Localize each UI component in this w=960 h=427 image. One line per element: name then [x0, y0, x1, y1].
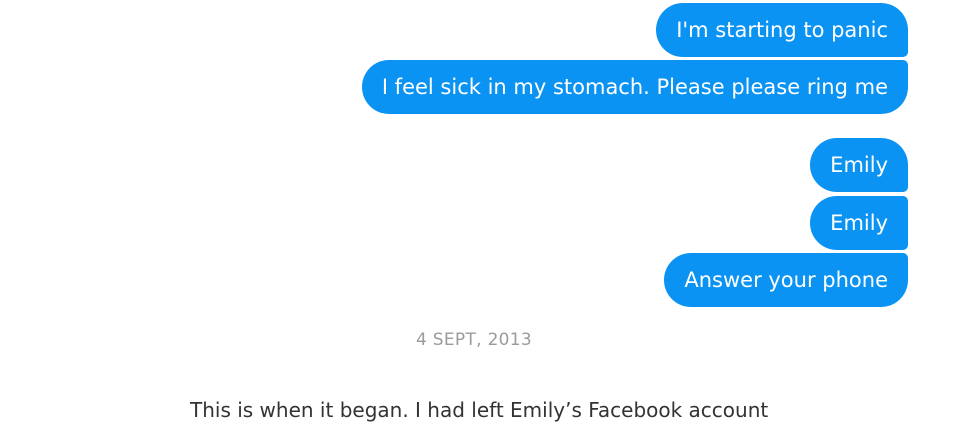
article-caption: This is when it began. I had left Emily’… — [190, 398, 769, 422]
message-text: I feel sick in my stomach. Please please… — [381, 75, 888, 99]
message-bubble[interactable]: Answer your phone — [664, 253, 908, 307]
message-text: I'm starting to panic — [676, 18, 888, 42]
message-text: Emily — [830, 211, 888, 235]
chat-thread: I'm starting to panic I feel sick in my … — [0, 0, 960, 427]
message-text: Emily — [830, 153, 888, 177]
message-bubble[interactable]: I feel sick in my stomach. Please please… — [361, 60, 908, 114]
message-bubble[interactable]: Emily — [810, 196, 908, 250]
message-text: Answer your phone — [684, 268, 888, 292]
date-separator: 4 SEPT, 2013 — [415, 330, 533, 350]
message-bubble[interactable]: I'm starting to panic — [656, 3, 908, 57]
message-bubble[interactable]: Emily — [810, 138, 908, 192]
